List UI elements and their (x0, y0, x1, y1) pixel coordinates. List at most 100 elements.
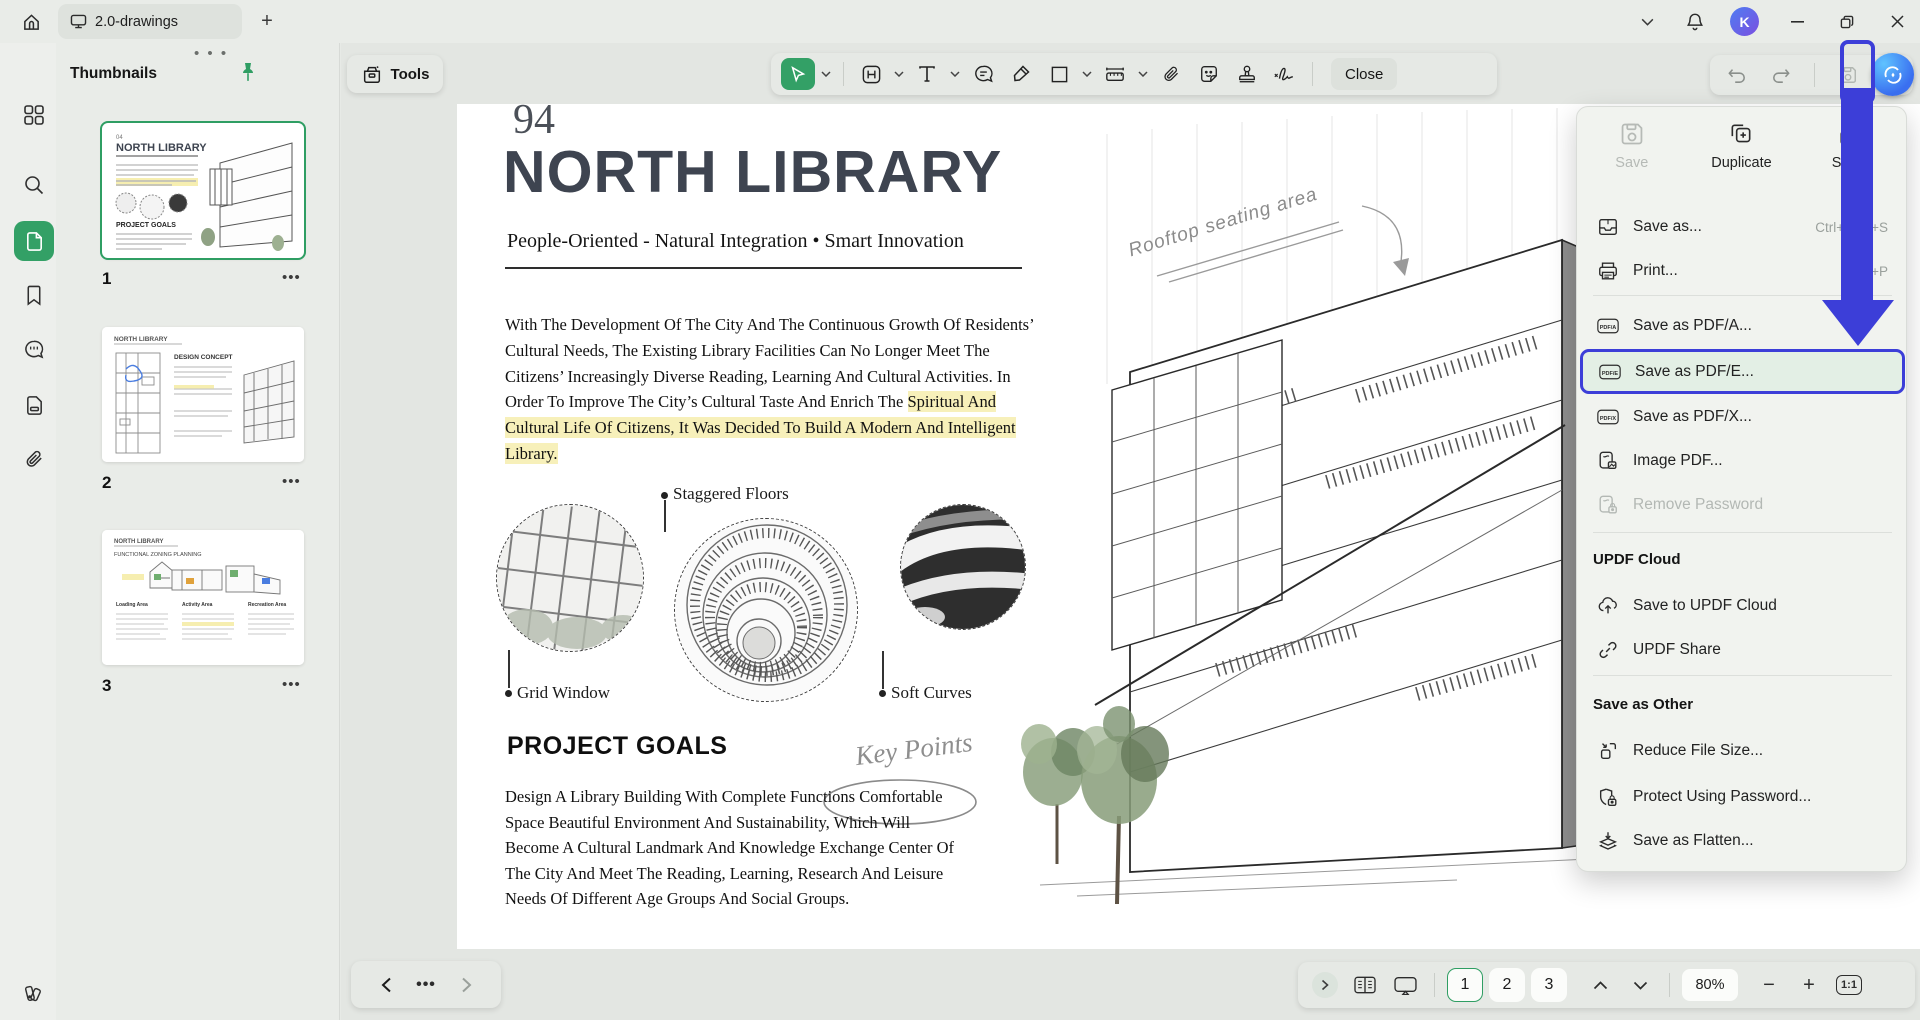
thumbnail-3-number: 3 (102, 676, 111, 696)
panel-drag-handle[interactable]: • • • (194, 45, 228, 62)
search-button[interactable] (14, 165, 54, 205)
tools-button[interactable]: Tools (347, 55, 443, 93)
thumbnail-2-menu-button[interactable]: ••• (282, 473, 301, 490)
select-tool-dropdown[interactable] (819, 59, 833, 89)
signature-tool-button[interactable] (1268, 58, 1302, 90)
menu-item-save-as-pdfe[interactable]: PDF/E Save as PDF/E... (1580, 349, 1905, 394)
page-button-1[interactable]: 1 (1447, 968, 1483, 1002)
undo-button[interactable] (1720, 59, 1754, 91)
comment-tool-button[interactable] (966, 58, 1000, 90)
search-icon (23, 174, 45, 196)
soft-curves-bullet (879, 690, 886, 697)
soft-curves-label: Soft Curves (891, 683, 972, 703)
new-tab-button[interactable]: + (254, 8, 280, 34)
notifications-button[interactable] (1682, 0, 1708, 43)
menu-save-button[interactable]: Save (1589, 121, 1675, 171)
stamp-tool-button[interactable] (1230, 58, 1264, 90)
restore-button[interactable] (1832, 0, 1862, 43)
text-tool-button[interactable] (910, 58, 944, 90)
attachment-tool-button[interactable] (1154, 58, 1188, 90)
thumbnail-page-2[interactable]: NORTH LIBRARY DESIGN CONCEPT (102, 327, 304, 462)
two-page-view-button[interactable] (1348, 968, 1382, 1002)
close-window-button[interactable] (1882, 0, 1912, 43)
svg-text:PDF/E: PDF/E (1602, 370, 1619, 376)
display-icon (70, 14, 87, 29)
thumbnail-page-3[interactable]: NORTH LIBRARY FUNCTIONAL ZONING PLANNING… (102, 530, 304, 665)
attachments-button[interactable] (14, 439, 54, 479)
grid-view-button[interactable] (14, 95, 54, 135)
menu-item-updf-share[interactable]: UPDF Share (1581, 629, 1904, 671)
comments-button[interactable] (14, 329, 54, 369)
measure-tool-button[interactable] (1098, 58, 1132, 90)
thumbnail-page-1[interactable]: 04 NORTH LIBRARY PROJECT GOALS (102, 123, 304, 258)
menu-separator (1593, 675, 1892, 676)
page-down-button[interactable] (1623, 968, 1657, 1002)
highlighter-tool-button[interactable] (1004, 58, 1038, 90)
restore-icon (1840, 15, 1854, 29)
ai-swirl-icon (1881, 63, 1905, 87)
next-page-button[interactable] (449, 968, 483, 1002)
menu-item-remove-password[interactable]: Remove Password (1581, 484, 1904, 526)
edit-text-tool-button[interactable] (854, 58, 888, 90)
thumbnails-panel-button[interactable] (14, 221, 54, 261)
text-tool-dropdown[interactable] (948, 59, 962, 89)
menu-item-label: Protect Using Password... (1633, 788, 1811, 806)
menu-duplicate-button[interactable]: Duplicate (1698, 121, 1784, 171)
thumbnail-3-menu-button[interactable]: ••• (282, 676, 301, 693)
menu-item-save-to-cloud[interactable]: Save to UPDF Cloud (1581, 585, 1904, 627)
zoom-in-button[interactable]: + (1792, 968, 1826, 1002)
actual-size-button[interactable]: 1:1 (1832, 968, 1866, 1002)
appearance-button[interactable] (14, 973, 54, 1013)
page-icon (24, 231, 45, 252)
edit-text-dropdown[interactable] (892, 59, 906, 89)
more-pages-button[interactable]: ••• (409, 968, 443, 1002)
menu-item-save-as-pdfx[interactable]: PDF/X Save as PDF/X... (1581, 396, 1904, 438)
sticker-tool-button[interactable] (1192, 58, 1226, 90)
undo-icon (1727, 66, 1747, 84)
form-fields-button[interactable] (14, 385, 54, 425)
pin-button[interactable] (238, 61, 258, 83)
titlebar-chevron-button[interactable] (1634, 0, 1660, 43)
select-tool-button[interactable] (781, 58, 815, 90)
thumbnail-2-number: 2 (102, 473, 111, 493)
grid-window-leader-line (508, 650, 510, 688)
zoom-level[interactable]: 80% (1682, 969, 1738, 1001)
thumbnail-2-preview: NORTH LIBRARY DESIGN CONCEPT (102, 327, 304, 462)
thumbnail-1-menu-button[interactable]: ••• (282, 269, 301, 286)
zoom-out-button[interactable]: − (1752, 968, 1786, 1002)
page-up-button[interactable] (1583, 968, 1617, 1002)
menu-item-save-as-flatten[interactable]: Save as Flatten... (1581, 820, 1904, 862)
comment-bubble-icon (973, 64, 994, 84)
redo-button[interactable] (1764, 59, 1798, 91)
expand-statusbar-button[interactable] (1308, 968, 1342, 1002)
remove-password-icon (1597, 494, 1619, 516)
minimize-button[interactable] (1782, 0, 1812, 43)
avatar-initial: K (1739, 14, 1749, 30)
cursor-icon (789, 65, 807, 83)
svg-text:NORTH LIBRARY: NORTH LIBRARY (114, 539, 163, 545)
menu-item-image-pdf[interactable]: Image PDF... (1581, 440, 1904, 482)
close-tools-button[interactable]: Close (1331, 58, 1397, 90)
avatar[interactable]: K (1730, 7, 1759, 36)
soft-curves-leader-line (882, 651, 884, 689)
grid-icon (23, 104, 45, 126)
bookmarks-button[interactable] (14, 275, 54, 315)
shape-tool-dropdown[interactable] (1080, 59, 1094, 89)
page-button-3[interactable]: 3 (1531, 968, 1567, 1002)
prev-page-button[interactable] (369, 968, 403, 1002)
menu-item-reduce-file-size[interactable]: Reduce File Size... (1581, 730, 1904, 772)
shape-tool-button[interactable] (1042, 58, 1076, 90)
menu-item-label: Save to UPDF Cloud (1633, 597, 1777, 615)
measure-tool-dropdown[interactable] (1136, 59, 1150, 89)
document-tab[interactable]: 2.0-drawings (58, 4, 242, 39)
menu-item-label: Image PDF... (1633, 452, 1723, 470)
svg-text:PDF/X: PDF/X (1600, 416, 1617, 422)
home-button[interactable] (16, 7, 46, 37)
doc-subtitle: People-Oriented - Natural Integration • … (507, 230, 964, 253)
page-button-2[interactable]: 2 (1489, 968, 1525, 1002)
menu-item-protect-password[interactable]: Protect Using Password... (1581, 776, 1904, 818)
minimize-icon (1791, 21, 1804, 23)
presentation-mode-button[interactable] (1388, 968, 1422, 1002)
pin-icon (238, 61, 258, 83)
soft-curves-image (900, 504, 1026, 630)
